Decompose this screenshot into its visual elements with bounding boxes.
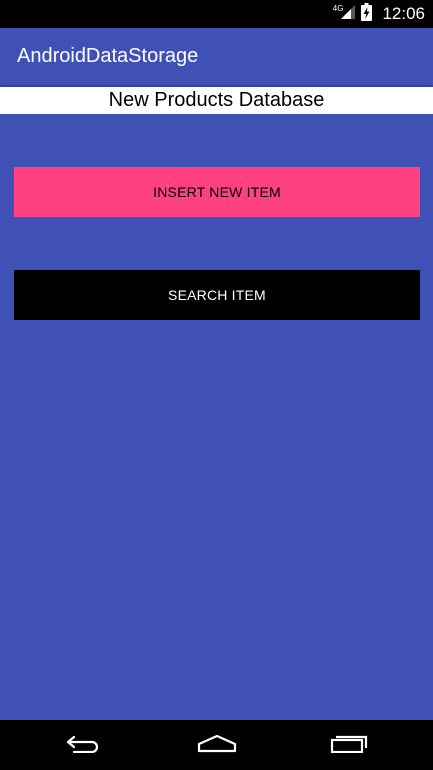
recents-button[interactable] [310, 720, 390, 770]
back-icon [64, 733, 104, 758]
home-icon [197, 733, 237, 758]
page-title: New Products Database [108, 89, 325, 111]
network-type-label: 4G [332, 3, 344, 13]
status-icons: 4G 12:06 [333, 0, 425, 28]
recents-icon [330, 733, 370, 758]
navigation-bar [0, 720, 433, 770]
app-bar: AndroidDataStorage [0, 28, 433, 85]
insert-new-item-button[interactable]: INSERT NEW ITEM [14, 167, 420, 217]
back-button[interactable] [44, 720, 124, 770]
signal-icon [341, 4, 356, 24]
status-bar: 4G 12:06 [0, 0, 433, 28]
home-button[interactable] [177, 720, 257, 770]
search-item-button[interactable]: SEARCH ITEM [14, 270, 420, 320]
battery-charging-icon [361, 2, 373, 26]
app-title: AndroidDataStorage [17, 45, 199, 67]
status-clock: 12:06 [382, 4, 425, 23]
header-strip: New Products Database [0, 87, 433, 114]
